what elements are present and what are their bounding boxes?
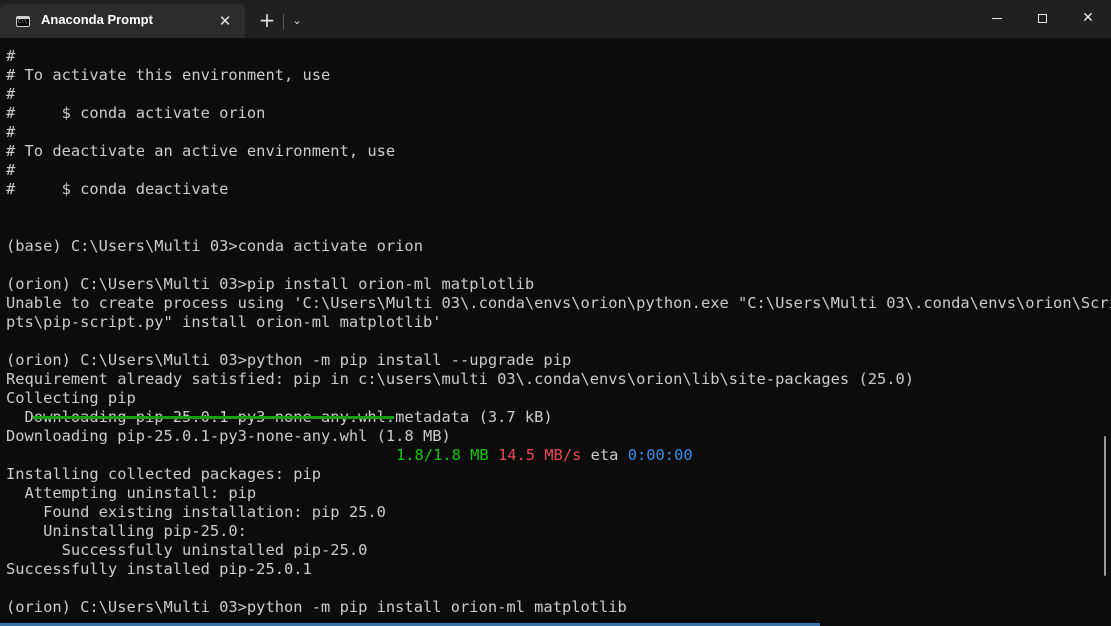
terminal-line: pts\pip-script.py" install orion-ml matp… (6, 313, 442, 331)
terminal-window: Anaconda Prompt ✕ + ⌄ ✕ # # To activate … (0, 0, 1111, 626)
close-window-button[interactable]: ✕ (1065, 0, 1111, 36)
terminal-line: # (6, 47, 16, 65)
close-tab-icon[interactable]: ✕ (214, 10, 236, 32)
terminal-line: Found existing installation: pip 25.0 (6, 503, 386, 521)
terminal-line: (orion) C:\Users\Multi 03>python -m pip … (6, 351, 572, 369)
tab-dropdown-button[interactable]: ⌄ (287, 10, 307, 32)
progress-eta-value: 0:00:00 (627, 446, 693, 464)
progress-line: 1.8/1.8 MB 14.5 MB/s eta 0:00:00 (396, 446, 693, 465)
terminal-line: Unable to create process using 'C:\Users… (6, 294, 1111, 312)
download-progress-bar (33, 416, 394, 419)
terminal-line: # (6, 161, 16, 179)
progress-bar-fill (33, 416, 394, 419)
maximize-button[interactable] (1019, 0, 1065, 36)
terminal-line: # (6, 123, 16, 141)
progress-size: 1.8/1.8 MB (396, 446, 489, 464)
terminal-line: Uninstalling pip-25.0: (6, 522, 247, 540)
progress-eta-label: eta (590, 446, 619, 464)
terminal-line: Installing collected packages: pip (6, 465, 322, 483)
scrollbar[interactable] (1104, 436, 1106, 576)
close-icon: ✕ (1082, 10, 1094, 26)
minimize-button[interactable] (974, 0, 1020, 36)
tab-title: Anaconda Prompt (41, 12, 153, 27)
terminal-line: (orion) C:\Users\Multi 03>pip install or… (6, 275, 535, 293)
progress-speed: 14.5 MB/s (497, 446, 582, 464)
terminal-line: # To activate this environment, use (6, 66, 331, 84)
terminal-line: # (6, 85, 16, 103)
terminal-line: Downloading pip-25.0.1-py3-none-any.whl … (6, 427, 451, 445)
terminal-output[interactable]: # # To activate this environment, use # … (0, 38, 1111, 626)
title-bar[interactable]: Anaconda Prompt ✕ + ⌄ ✕ (0, 0, 1111, 38)
terminal-line: Successfully uninstalled pip-25.0 (6, 541, 368, 559)
terminal-line: (base) C:\Users\Multi 03>conda activate … (6, 237, 423, 255)
terminal-line: # To deactivate an active environment, u… (6, 142, 396, 160)
minimize-icon (992, 17, 1002, 19)
terminal-icon (16, 16, 30, 27)
tab-anaconda-prompt[interactable]: Anaconda Prompt ✕ (0, 4, 245, 38)
terminal-line: Requirement already satisfied: pip in c:… (6, 370, 915, 388)
tab-separator (283, 14, 284, 30)
maximize-icon (1037, 13, 1047, 23)
terminal-line: Collecting pip (6, 389, 136, 407)
terminal-line: # $ conda activate orion (6, 104, 266, 122)
new-tab-button[interactable]: + (255, 9, 279, 33)
terminal-line: # $ conda deactivate (6, 180, 229, 198)
terminal-line: Attempting uninstall: pip (6, 484, 257, 502)
terminal-line: (orion) C:\Users\Multi 03>python -m pip … (6, 598, 627, 616)
terminal-line: Successfully installed pip-25.0.1 (6, 560, 312, 578)
